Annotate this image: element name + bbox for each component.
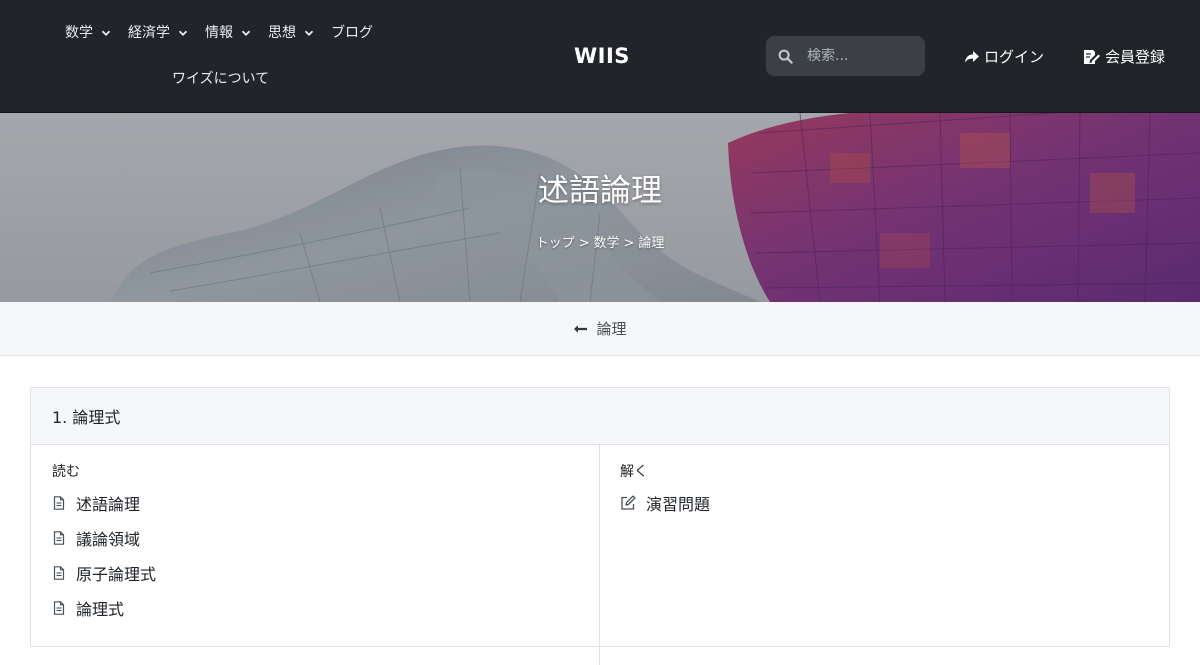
article-link-label: 議論領域: [76, 530, 141, 549]
nav-item-about[interactable]: ワイズについて: [172, 69, 269, 89]
share-arrow-icon: [965, 50, 979, 63]
nav-item-thought[interactable]: 思想: [268, 23, 314, 43]
exercise-link[interactable]: 演習問題: [620, 491, 710, 515]
chevron-down-icon: [304, 30, 314, 36]
nav-item-label: 思想: [268, 25, 296, 41]
hero-banner: 述語論理 トップ > 数学 > 論理: [0, 113, 1200, 302]
chevron-down-icon: [241, 30, 251, 36]
nav-item-label: 数学: [65, 25, 93, 41]
breadcrumb: トップ > 数学 > 論理: [0, 232, 1200, 251]
site-logo[interactable]: WIIS: [574, 44, 630, 68]
page-title: 述語論理: [538, 173, 662, 209]
exercise-link-label: 演習問題: [646, 495, 711, 514]
section-title: 1. 論理式: [31, 388, 1169, 445]
chevron-down-icon: [101, 30, 111, 36]
back-link[interactable]: 論理: [596, 318, 626, 339]
search-icon: [778, 49, 793, 64]
nav-item-label: 経済学: [128, 25, 170, 41]
back-to-parent-bar: 論理: [0, 302, 1200, 356]
breadcrumb-top[interactable]: トップ: [536, 236, 575, 251]
breadcrumb-logic[interactable]: 論理: [638, 236, 664, 251]
register-link[interactable]: 会員登録: [1083, 46, 1165, 67]
edit-document-icon: [1084, 49, 1100, 64]
breadcrumb-separator: >: [578, 236, 590, 251]
article-link-label: 論理式: [76, 600, 125, 619]
login-label: ログイン: [984, 48, 1045, 66]
article-link[interactable]: 議論領域: [52, 526, 140, 550]
edit-icon: [621, 495, 636, 510]
document-icon: [53, 496, 65, 510]
top-navbar: 数学 経済学 情報 思想 ブログ ワイズについて WIIS ログイン: [0, 0, 1200, 113]
register-label: 会員登録: [1105, 48, 1166, 66]
breadcrumb-math[interactable]: 数学: [593, 236, 619, 251]
chevron-down-icon: [178, 30, 188, 36]
read-heading: 読む: [52, 464, 80, 480]
nav-item-information[interactable]: 情報: [205, 23, 251, 43]
breadcrumb-separator: >: [623, 236, 635, 251]
solve-column: 解く 演習問題: [600, 445, 1170, 665]
login-link[interactable]: ログイン: [964, 46, 1044, 67]
document-icon: [53, 566, 65, 580]
nav-item-economics[interactable]: 経済学: [128, 23, 188, 43]
read-column: 読む 述語論理 議論領域 原子論理式 論理式: [31, 445, 600, 665]
nav-item-label: 情報: [205, 25, 233, 41]
article-link-label: 述語論理: [76, 495, 141, 514]
arrow-left-icon: [574, 324, 588, 333]
article-link[interactable]: 述語論理: [52, 491, 140, 515]
nav-item-blog[interactable]: ブログ: [331, 23, 373, 43]
article-link[interactable]: 論理式: [52, 596, 124, 620]
search-box[interactable]: [766, 36, 925, 76]
article-link-label: 原子論理式: [76, 565, 157, 584]
section-card: 1. 論理式 読む 述語論理 議論領域 原子論理式 論理式 解く 演習問題: [30, 387, 1170, 665]
search-input[interactable]: [807, 48, 917, 64]
document-icon: [53, 531, 65, 545]
article-link[interactable]: 原子論理式: [52, 561, 156, 585]
document-icon: [53, 601, 65, 615]
nav-item-math[interactable]: 数学: [65, 23, 111, 43]
solve-heading: 解く: [620, 464, 648, 480]
nav-item-label: ワイズについて: [172, 71, 270, 87]
nav-item-label: ブログ: [331, 25, 373, 41]
